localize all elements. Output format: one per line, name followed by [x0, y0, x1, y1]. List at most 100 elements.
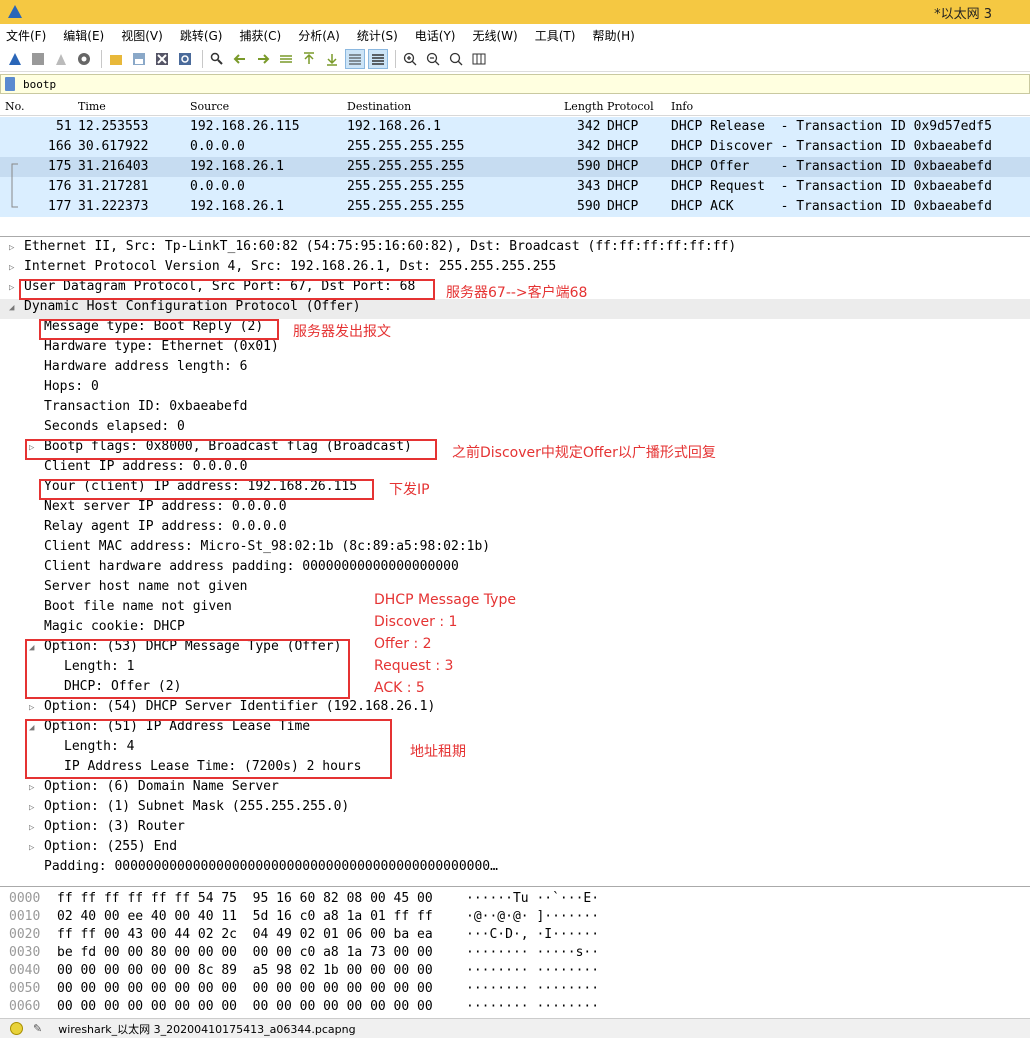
resize-columns-icon[interactable]	[469, 49, 489, 69]
expand-arrow-icon[interactable]: ▷	[29, 843, 34, 853]
open-icon[interactable]	[106, 49, 126, 69]
hex-bytes[interactable]: 00 00 00 00 00 00 00 00 00 00 00 00 00 0…	[57, 981, 433, 999]
packet-source: 192.168.26.1	[190, 159, 284, 174]
zoom-out-icon[interactable]	[423, 49, 443, 69]
expand-arrow-icon[interactable]: ▷	[29, 803, 34, 813]
packet-source: 192.168.26.1	[190, 199, 284, 214]
field-hardware-type[interactable]: Hardware type: Ethernet (0x01)	[44, 339, 279, 359]
option-1[interactable]: Option: (1) Subnet Mask (255.255.255.0)	[44, 799, 349, 819]
hex-bytes[interactable]: ff ff 00 43 00 44 02 2c 04 49 02 01 06 0…	[57, 927, 433, 945]
col-destination[interactable]: Destination	[347, 100, 411, 113]
hex-bytes[interactable]: ff ff ff ff ff ff 54 75 95 16 60 82 08 0…	[57, 891, 433, 909]
first-packet-icon[interactable]	[299, 49, 319, 69]
goto-packet-icon[interactable]	[276, 49, 296, 69]
option-3[interactable]: Option: (3) Router	[44, 819, 185, 839]
packet-no: 175	[48, 159, 72, 174]
hex-ascii[interactable]: ········ ········	[466, 963, 599, 981]
menu-help[interactable]: 帮助(H)	[592, 27, 634, 44]
field-seconds-elapsed[interactable]: Seconds elapsed: 0	[44, 419, 185, 439]
normal-size-icon[interactable]	[446, 49, 466, 69]
menu-capture[interactable]: 捕获(C)	[239, 27, 281, 44]
col-length[interactable]: Length	[564, 100, 603, 113]
restart-icon[interactable]	[51, 49, 71, 69]
capture-comment-icon[interactable]: ✎	[33, 1022, 42, 1035]
menu-wireless[interactable]: 无线(W)	[473, 27, 518, 44]
menu-go[interactable]: 跳转(G)	[180, 27, 223, 44]
last-packet-icon[interactable]	[322, 49, 342, 69]
shark-fin-icon[interactable]	[5, 49, 25, 69]
hex-ascii[interactable]: ········ ········	[466, 999, 599, 1017]
display-filter-input[interactable]	[23, 76, 1013, 92]
packet-info: DHCP Discover - Transaction ID 0xbaeabef…	[671, 139, 992, 154]
hex-bytes[interactable]: be fd 00 00 80 00 00 00 00 00 c0 a8 1a 7…	[57, 945, 433, 963]
collapse-arrow-icon[interactable]: ◢	[9, 303, 14, 313]
close-file-icon[interactable]	[152, 49, 172, 69]
colorize-icon[interactable]	[368, 48, 388, 69]
menu-file[interactable]: 文件(F)	[6, 27, 46, 44]
annotation-msg-type-discover: Discover : 1	[374, 614, 458, 630]
option-6[interactable]: Option: (6) Domain Name Server	[44, 779, 279, 799]
packet-protocol: DHCP	[607, 139, 639, 154]
reload-icon[interactable]	[175, 49, 195, 69]
menu-edit[interactable]: 编辑(E)	[63, 27, 104, 44]
menu-tools[interactable]: 工具(T)	[535, 27, 576, 44]
col-time[interactable]: Time	[78, 100, 106, 113]
zoom-in-icon[interactable]	[400, 49, 420, 69]
packet-row[interactable]: 176 31.217281 0.0.0.0 255.255.255.255 34…	[0, 177, 1030, 197]
forward-icon[interactable]	[253, 49, 273, 69]
field-hops[interactable]: Hops: 0	[44, 379, 99, 399]
hex-ascii[interactable]: ···C·D·, ·I······	[466, 927, 599, 945]
field-padding[interactable]: Padding: 0000000000000000000000000000000…	[44, 859, 498, 879]
field-next-server-ip[interactable]: Next server IP address: 0.0.0.0	[44, 499, 287, 519]
detail-ipv4[interactable]: Internet Protocol Version 4, Src: 192.16…	[24, 259, 556, 279]
expand-arrow-icon[interactable]: ▷	[29, 823, 34, 833]
expand-arrow-icon[interactable]: ▷	[29, 783, 34, 793]
field-transaction-id[interactable]: Transaction ID: 0xbaeabefd	[44, 399, 248, 419]
hex-bytes[interactable]: 02 40 00 ee 40 00 40 11 5d 16 c0 a8 1a 0…	[57, 909, 433, 927]
menu-telephony[interactable]: 电话(Y)	[415, 27, 456, 44]
field-hw-addr-len[interactable]: Hardware address length: 6	[44, 359, 248, 379]
hex-ascii[interactable]: ·@··@·@· ]·······	[466, 909, 599, 927]
save-icon[interactable]	[129, 49, 149, 69]
autoscroll-icon[interactable]	[345, 48, 365, 69]
field-boot-file-name[interactable]: Boot file name not given	[44, 599, 232, 619]
hex-ascii[interactable]: ········ ········	[466, 981, 599, 999]
option-255[interactable]: Option: (255) End	[44, 839, 177, 859]
packet-row-selected[interactable]: 175 31.216403 192.168.26.1 255.255.255.2…	[0, 157, 1030, 177]
hex-bytes[interactable]: 00 00 00 00 00 00 00 00 00 00 00 00 00 0…	[57, 999, 433, 1017]
expert-info-icon[interactable]	[10, 1022, 23, 1035]
field-magic-cookie[interactable]: Magic cookie: DHCP	[44, 619, 185, 639]
options-icon[interactable]	[74, 49, 94, 69]
col-protocol[interactable]: Protocol	[607, 100, 654, 113]
hex-ascii[interactable]: ······Tu ··`···E·	[466, 891, 599, 909]
field-client-ip[interactable]: Client IP address: 0.0.0.0	[44, 459, 248, 479]
col-source[interactable]: Source	[190, 100, 229, 113]
expand-arrow-icon[interactable]: ▷	[9, 263, 14, 273]
menu-statistics[interactable]: 统计(S)	[357, 27, 398, 44]
detail-ethernet[interactable]: Ethernet II, Src: Tp-LinkT_16:60:82 (54:…	[24, 239, 736, 259]
expand-arrow-icon[interactable]: ▷	[9, 283, 14, 293]
packet-row[interactable]: 177 31.222373 192.168.26.1 255.255.255.2…	[0, 197, 1030, 217]
stop-icon[interactable]	[28, 49, 48, 69]
packet-source: 0.0.0.0	[190, 179, 245, 194]
hex-offset: 0020	[9, 927, 41, 942]
col-no[interactable]: No.	[5, 100, 25, 113]
packet-row[interactable]: 51 12.253553 192.168.26.115 192.168.26.1…	[0, 117, 1030, 137]
menu-analyze[interactable]: 分析(A)	[298, 27, 340, 44]
option-54[interactable]: Option: (54) DHCP Server Identifier (192…	[44, 699, 435, 719]
field-client-mac[interactable]: Client MAC address: Micro-St_98:02:1b (8…	[44, 539, 490, 559]
packet-row[interactable]: 166 30.617922 0.0.0.0 255.255.255.255 34…	[0, 137, 1030, 157]
col-info[interactable]: Info	[671, 100, 693, 113]
hex-bytes[interactable]: 00 00 00 00 00 00 8c 89 a5 98 02 1b 00 0…	[57, 963, 433, 981]
field-server-host-name[interactable]: Server host name not given	[44, 579, 248, 599]
detail-dhcp[interactable]: Dynamic Host Configuration Protocol (Off…	[24, 299, 361, 319]
field-relay-agent-ip[interactable]: Relay agent IP address: 0.0.0.0	[44, 519, 287, 539]
field-hw-addr-padding[interactable]: Client hardware address padding: 0000000…	[44, 559, 459, 579]
hex-ascii[interactable]: ········ ·····s··	[466, 945, 599, 963]
find-icon[interactable]	[207, 49, 227, 69]
expand-arrow-icon[interactable]: ▷	[29, 703, 34, 713]
bookmark-icon[interactable]	[5, 77, 15, 91]
expand-arrow-icon[interactable]: ▷	[9, 243, 14, 253]
menu-view[interactable]: 视图(V)	[121, 27, 163, 44]
back-icon[interactable]	[230, 49, 250, 69]
